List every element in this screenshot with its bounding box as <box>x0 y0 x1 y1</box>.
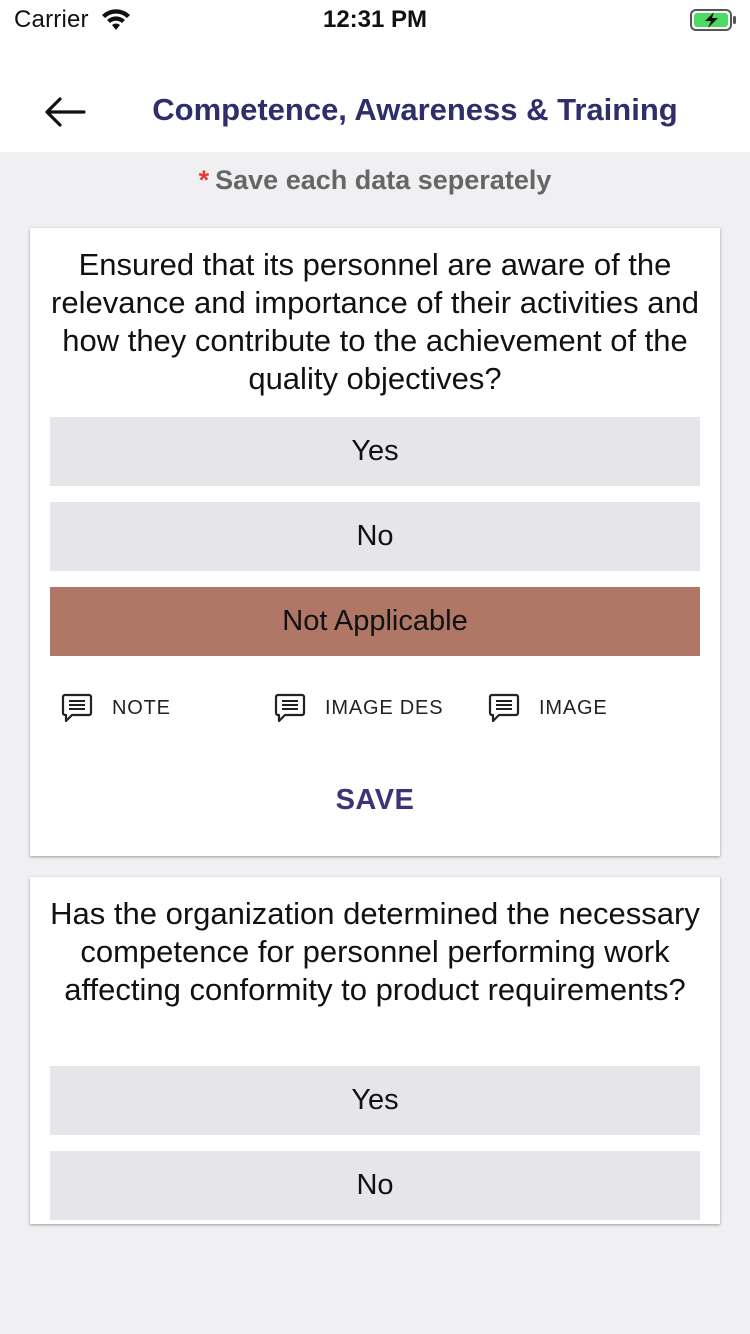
nav-bar: Competence, Awareness & Training <box>0 40 750 152</box>
image-label: IMAGE <box>539 696 608 719</box>
option-not-applicable-button[interactable]: Not Applicable <box>50 587 700 656</box>
image-description-button[interactable]: IMAGE DES <box>273 690 443 726</box>
battery-charging-icon <box>690 9 736 31</box>
question-text: Ensured that its personnel are aware of … <box>51 247 699 396</box>
option-yes-button[interactable]: Yes <box>50 417 700 486</box>
note-icon <box>61 693 93 723</box>
save-hint-text: Save each data seperately <box>215 165 552 195</box>
image-button[interactable]: IMAGE <box>487 690 607 726</box>
save-button[interactable]: SAVE <box>30 784 720 817</box>
comment-icon <box>274 693 306 723</box>
question-card: Has the organization determined the nece… <box>30 877 720 1224</box>
status-bar: Carrier 12:31 PM <box>0 0 750 40</box>
status-time: 12:31 PM <box>322 6 428 33</box>
note-label: NOTE <box>112 696 171 719</box>
option-no-button[interactable]: No <box>50 502 700 571</box>
required-star: * <box>198 165 210 195</box>
note-button[interactable]: NOTE <box>60 690 171 726</box>
comment-icon <box>488 693 520 723</box>
option-no-button[interactable]: No <box>50 1151 700 1220</box>
save-hint: * Save each data seperately <box>0 165 750 196</box>
question-card: Ensured that its personnel are aware of … <box>30 228 720 856</box>
page-title: Competence, Awareness & Training <box>152 92 678 127</box>
image-description-label: IMAGE DES <box>325 696 444 719</box>
question-text: Has the organization determined the nece… <box>50 896 700 1007</box>
option-yes-button[interactable]: Yes <box>50 1066 700 1135</box>
back-arrow-icon[interactable] <box>40 92 88 132</box>
